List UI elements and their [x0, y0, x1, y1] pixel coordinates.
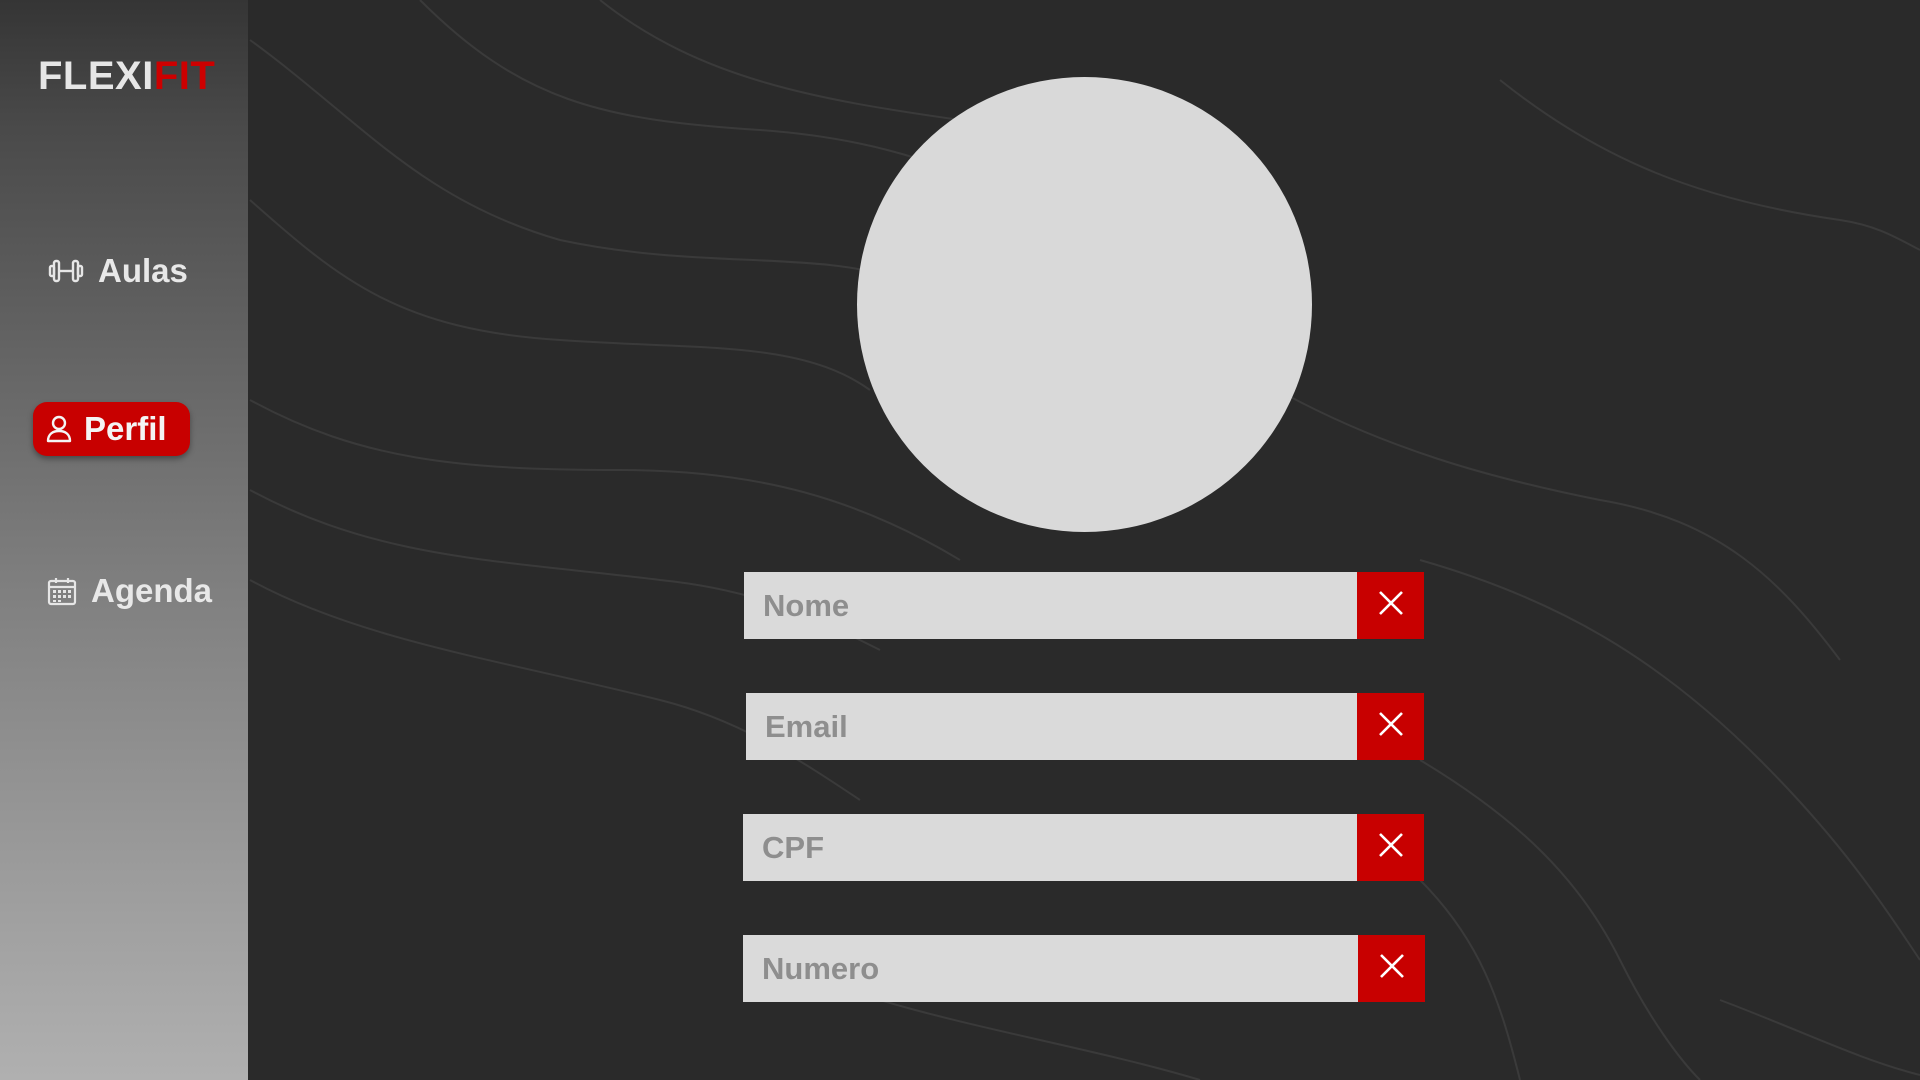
clear-nome-button[interactable]: [1357, 572, 1424, 639]
brand-name-part1: FLEXI: [38, 54, 154, 98]
field-cpf: [743, 814, 1424, 881]
email-input[interactable]: [746, 693, 1357, 760]
field-nome: [744, 572, 1424, 639]
sidebar-item-perfil[interactable]: Perfil: [33, 402, 190, 456]
avatar[interactable]: [857, 77, 1312, 532]
numero-input[interactable]: [743, 935, 1358, 1002]
dumbbell-icon: [48, 257, 84, 285]
field-numero: [743, 935, 1425, 1002]
nome-input[interactable]: [744, 572, 1357, 639]
sidebar-item-label: Aulas: [98, 252, 188, 289]
sidebar-item-label: Agenda: [91, 572, 213, 609]
close-icon: [1378, 952, 1406, 985]
close-icon: [1377, 831, 1405, 864]
user-icon: [46, 415, 72, 443]
sidebar-item-aulas[interactable]: Aulas: [48, 252, 188, 290]
clear-cpf-button[interactable]: [1357, 814, 1424, 881]
calendar-icon: [47, 576, 77, 606]
brand-name-part2: FIT: [153, 54, 216, 98]
app-window: FLEXIFIT Aulas Perfil Agenda Nome Email …: [0, 0, 1920, 1080]
sidebar: FLEXIFIT Aulas Perfil Agenda: [0, 0, 248, 1080]
brand-logo[interactable]: FLEXIFIT: [38, 52, 215, 100]
field-email: [746, 693, 1424, 760]
close-icon: [1377, 710, 1405, 743]
clear-numero-button[interactable]: [1358, 935, 1425, 1002]
sidebar-item-label: Perfil: [84, 410, 167, 447]
clear-email-button[interactable]: [1357, 693, 1424, 760]
close-icon: [1377, 589, 1405, 622]
sidebar-item-agenda[interactable]: Agenda: [47, 572, 212, 610]
cpf-input[interactable]: [743, 814, 1357, 881]
